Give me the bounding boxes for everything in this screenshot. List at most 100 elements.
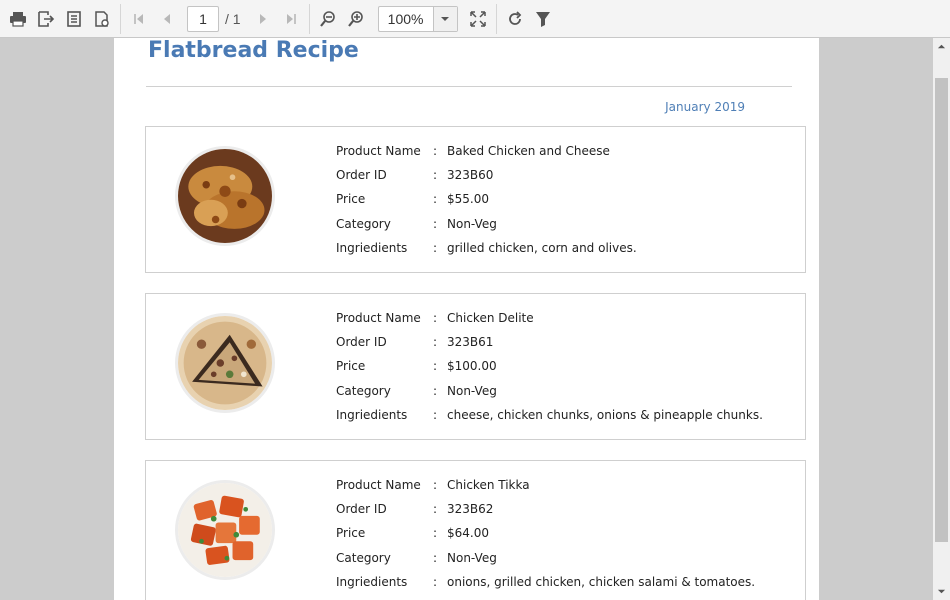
page-number-input[interactable]: [187, 5, 219, 32]
label-ingredients: Ingriedients: [336, 574, 408, 589]
product-details: Product Name: Baked Chicken and Cheese Or…: [336, 139, 637, 260]
value-category: Non-Veg: [447, 383, 497, 398]
first-page-icon: [134, 13, 143, 24]
value-product-name: Baked Chicken and Cheese: [447, 144, 610, 159]
toolbar-separator: [308, 3, 310, 34]
label-order-id: Order ID: [336, 502, 387, 517]
label-category: Category: [336, 216, 391, 231]
refresh-icon: [508, 10, 521, 25]
value-category: Non-Veg: [447, 216, 497, 231]
print-button[interactable]: [4, 5, 32, 33]
previous-page-icon: [164, 13, 170, 24]
food-image-chicken-tikka: [178, 483, 272, 577]
page-settings-icon: [95, 10, 109, 27]
zoom-in-icon: [347, 10, 363, 27]
label-order-id: Order ID: [336, 335, 387, 350]
label-colon: :: [433, 383, 438, 398]
chevron-down-icon: [937, 589, 946, 594]
toolbar-separator: [120, 3, 121, 34]
fit-page-button[interactable]: [464, 5, 492, 33]
toolbar-separator: [495, 3, 497, 34]
zoom-out-button[interactable]: [314, 5, 342, 33]
fullscreen-icon: [469, 10, 486, 27]
vertical-scrollbar[interactable]: [933, 38, 950, 600]
label-ingredients: Ingriedients: [336, 240, 408, 255]
viewer-toolbar: / 1 100%: [0, 0, 950, 38]
product-card: Product Name: Baked Chicken and Cheese Or…: [145, 126, 806, 273]
label-product-name: Product Name: [336, 311, 421, 326]
field-ingredients: Ingriedients: grilled chicken, corn and o…: [336, 236, 637, 260]
zoom-out-icon: [319, 10, 335, 27]
label-order-id: Order ID: [336, 168, 387, 183]
value-ingredients: onions, grilled chicken, chicken salami …: [447, 574, 756, 589]
product-details: Product Name: Chicken Delite Order ID:323…: [336, 306, 763, 427]
label-colon: :: [433, 335, 438, 350]
label-product-name: Product Name: [336, 478, 421, 493]
field-order-id: Order ID:323B62: [336, 497, 755, 521]
field-ingredients: Ingriedients: cheese, chicken chunks, oni…: [336, 403, 763, 427]
scroll-down-button[interactable]: [933, 583, 950, 600]
label-price: Price: [336, 359, 366, 374]
field-price: Price: $64.00: [336, 521, 755, 545]
value-ingredients: grilled chicken, corn and olives.: [447, 240, 637, 255]
label-colon: :: [433, 192, 438, 207]
scrollbar-thumb[interactable]: [935, 78, 948, 542]
last-page-button[interactable]: [277, 5, 305, 33]
label-colon: :: [433, 216, 438, 231]
chevron-down-icon: [441, 16, 450, 21]
print-layout-button[interactable]: [88, 5, 116, 33]
next-page-button[interactable]: [249, 5, 277, 33]
value-product-name: Chicken Delite: [447, 311, 534, 326]
food-image-baked-chicken: [178, 149, 272, 243]
product-image: [175, 313, 275, 413]
value-order-id: 323B60: [447, 168, 494, 183]
value-order-id: 323B61: [447, 335, 494, 350]
title-divider: [146, 86, 792, 87]
field-ingredients: Ingriedients: onions, grilled chicken, ch…: [336, 570, 755, 594]
label-colon: :: [433, 574, 438, 589]
page-setup-button[interactable]: [60, 5, 88, 33]
last-page-icon: [286, 13, 296, 24]
export-button[interactable]: [32, 5, 60, 33]
field-product-name: Product Name: Chicken Tikka: [336, 473, 755, 497]
field-price: Price: $100.00: [336, 354, 763, 378]
zoom-value: 100%: [387, 10, 424, 27]
label-colon: :: [433, 168, 438, 183]
parameters-button[interactable]: [529, 5, 557, 33]
value-product-name: Chicken Tikka: [447, 478, 530, 493]
refresh-button[interactable]: [501, 5, 529, 33]
field-product-name: Product Name: Chicken Delite: [336, 306, 763, 330]
product-image: [175, 146, 275, 246]
field-product-name: Product Name: Baked Chicken and Cheese: [336, 139, 637, 163]
label-price: Price: [336, 526, 366, 541]
export-icon: [38, 10, 55, 27]
value-price: $55.00: [447, 192, 489, 207]
report-date: January 2019: [665, 100, 745, 114]
report-viewer: Flatbread Recipe January 2019 Product Na…: [0, 38, 950, 600]
label-colon: :: [433, 359, 438, 374]
report-title: Flatbread Recipe: [148, 38, 359, 63]
zoom-select[interactable]: 100%: [377, 5, 458, 32]
zoom-in-button[interactable]: [342, 5, 370, 33]
first-page-button[interactable]: [125, 5, 153, 33]
label-price: Price: [336, 192, 366, 207]
label-colon: :: [433, 526, 438, 541]
previous-page-button[interactable]: [153, 5, 181, 33]
scroll-up-button[interactable]: [933, 38, 950, 55]
label-ingredients: Ingriedients: [336, 407, 408, 422]
label-colon: :: [433, 502, 438, 517]
zoom-dropdown-button[interactable]: [432, 6, 457, 31]
field-order-id: Order ID:323B60: [336, 163, 637, 187]
field-category: Category: Non-Veg: [336, 546, 755, 570]
value-order-id: 323B62: [447, 502, 494, 517]
label-colon: :: [433, 478, 438, 493]
value-ingredients: cheese, chicken chunks, onions & pineapp…: [447, 407, 763, 422]
field-category: Category: Non-Veg: [336, 212, 637, 236]
filter-icon: [535, 11, 550, 27]
value-price: $100.00: [447, 359, 497, 374]
product-card: Product Name: Chicken Delite Order ID:323…: [145, 293, 806, 440]
print-icon: [10, 11, 26, 27]
field-category: Category: Non-Veg: [336, 379, 763, 403]
label-colon: :: [433, 550, 438, 565]
next-page-icon: [259, 13, 266, 24]
